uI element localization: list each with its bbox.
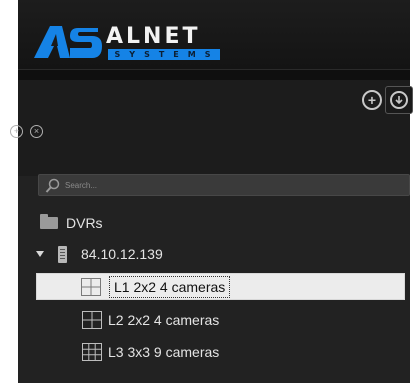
tree-item-label: DVRs [66, 215, 103, 231]
search-input[interactable] [65, 177, 395, 193]
search-box [38, 174, 410, 196]
search-icon [45, 178, 60, 193]
grid-2x2-icon [81, 277, 101, 296]
tree-item-label: L2 2x2 4 cameras [108, 312, 220, 328]
app-window: ALNET SYSTEMS + + × Search... DVRs 84.10… [0, 0, 420, 383]
logo-subtitle: SYSTEMS [108, 49, 220, 60]
remove-item-button[interactable]: × [30, 125, 43, 138]
header-separator [18, 70, 410, 80]
tree-item-dvrs[interactable]: DVRs [40, 212, 103, 234]
download-circle-icon [390, 91, 408, 109]
grid-3x3-icon [82, 343, 102, 361]
add-button[interactable]: + [362, 90, 382, 110]
add-item-button[interactable]: + [10, 125, 23, 138]
tree-item-label: L1 2x2 4 cameras [109, 275, 231, 298]
panel-toolbar-area [18, 80, 410, 176]
app-header: ALNET SYSTEMS [18, 0, 410, 70]
tree-item-layout-l2[interactable]: L2 2x2 4 cameras [82, 309, 219, 331]
tree-item-label: L3 3x3 9 cameras [108, 344, 220, 360]
logo-wordmark: ALNET [106, 24, 201, 49]
plus-circle-icon: + [367, 92, 377, 108]
download-button[interactable] [385, 86, 413, 114]
expand-arrow-icon[interactable] [36, 251, 44, 257]
alnet-systems-logo: ALNET SYSTEMS [32, 20, 232, 60]
tree-item-layout-l3[interactable]: L3 3x3 9 cameras [82, 341, 219, 363]
grid-2x2-icon [82, 311, 102, 329]
tree-item-label: 84.10.12.139 [81, 246, 163, 262]
logo-as-mark [34, 26, 102, 58]
dvr-tree-panel: + + × DVRs 84.10.1 [10, 80, 413, 383]
dvr-device-icon [58, 245, 67, 263]
tree-item-dvr-device[interactable]: 84.10.12.139 [34, 243, 163, 265]
tree-item-layout-l1[interactable]: L1 2x2 4 cameras [36, 273, 405, 300]
folder-icon [40, 214, 58, 229]
close-circle-icon: × [33, 126, 40, 136]
plus-circle-icon: + [13, 126, 20, 136]
